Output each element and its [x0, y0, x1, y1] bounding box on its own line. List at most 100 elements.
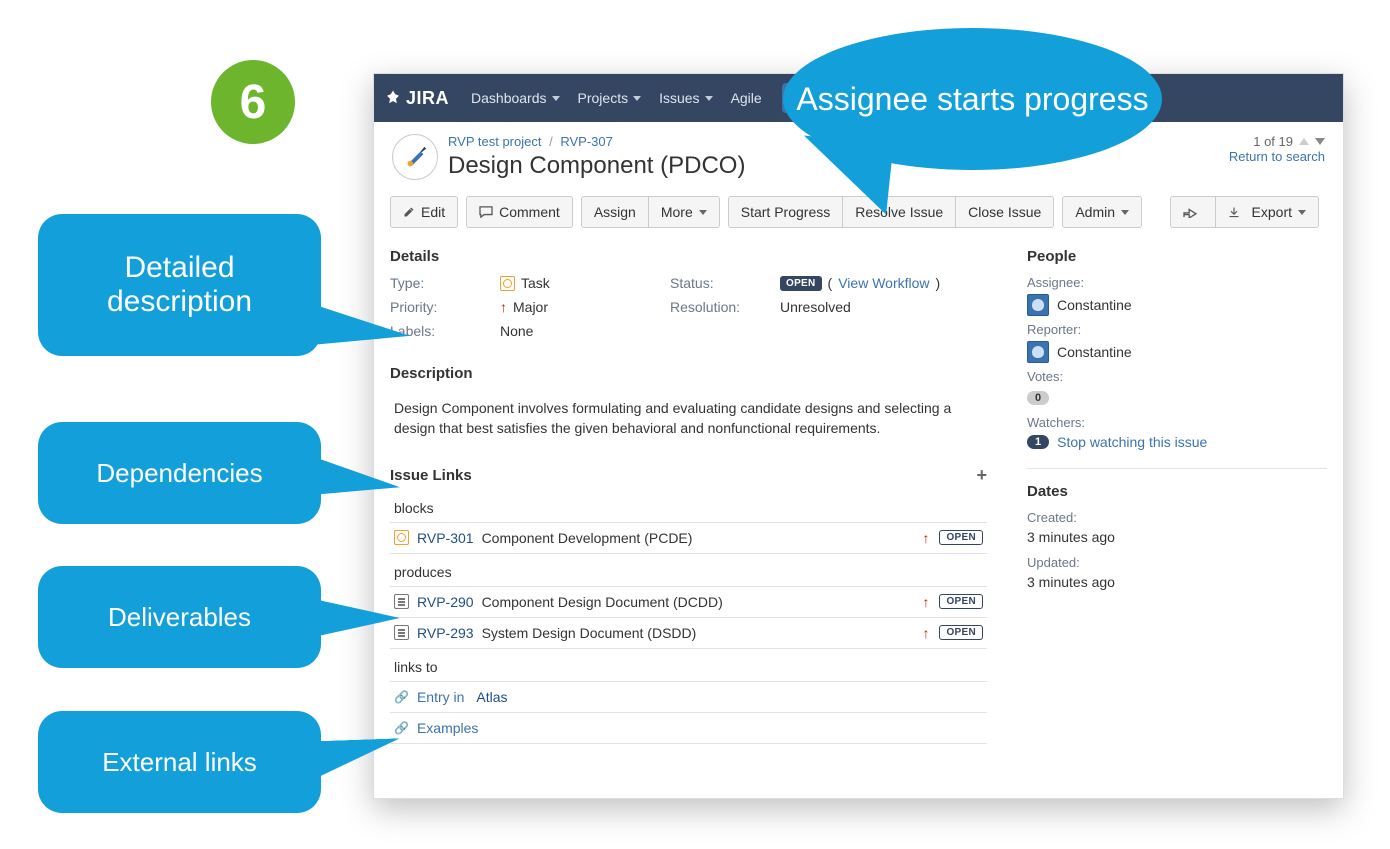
task-icon — [500, 276, 515, 291]
web-link[interactable]: Examples — [417, 720, 478, 736]
caret-icon — [705, 96, 713, 101]
details-heading: Details — [390, 248, 987, 265]
linked-issue-key[interactable]: RVP-290 — [417, 594, 474, 610]
more-button[interactable]: More — [648, 196, 720, 228]
web-link-suffix: Atlas — [476, 689, 507, 705]
link-row-meta: ↑ OPEN — [922, 530, 983, 546]
nav-projects-label: Projects — [578, 90, 629, 106]
step-badge: 6 — [211, 60, 295, 144]
link-row[interactable]: RVP-301 Component Development (PCDE) ↑ OPEN — [390, 523, 987, 554]
callout-text: Deliverables — [108, 602, 251, 633]
status-label: Status: — [670, 275, 780, 291]
page-icon — [394, 625, 409, 640]
more-label: More — [661, 204, 693, 220]
votes-label: Votes: — [1027, 369, 1327, 384]
view-workflow-link[interactable]: View Workflow — [838, 275, 929, 291]
priority-up-icon: ↑ — [922, 594, 929, 610]
linked-issue-summary: System Design Document (DSDD) — [482, 625, 697, 641]
link-row[interactable]: RVP-293System Design Document (DSDD)↑OPE… — [390, 618, 987, 649]
link-group-label: produces — [394, 564, 987, 580]
linked-issue-summary: Component Design Document (DCDD) — [482, 594, 723, 610]
project-avatar[interactable] — [392, 134, 438, 180]
return-to-search-link[interactable]: Return to search — [1229, 149, 1325, 164]
breadcrumb-issue-key[interactable]: RVP-307 — [560, 134, 613, 149]
caret-icon — [552, 96, 560, 101]
priority-value: ↑ Major — [500, 299, 670, 315]
nav-issues[interactable]: Issues — [651, 84, 720, 112]
linked-issue-key[interactable]: RVP-301 — [417, 530, 474, 546]
nav-issues-label: Issues — [659, 90, 699, 106]
linked-issue-summary: Component Development (PCDE) — [482, 530, 693, 546]
priority-label: Priority: — [390, 299, 500, 315]
status-badge: OPEN — [939, 530, 983, 545]
link-row[interactable]: 🔗 Entry in Atlas — [390, 682, 987, 713]
nav-dashboards-label: Dashboards — [471, 90, 547, 106]
paren: ( — [828, 275, 833, 291]
link-group-label: blocks — [394, 500, 987, 516]
close-issue-button[interactable]: Close Issue — [955, 196, 1054, 228]
edit-label: Edit — [421, 204, 445, 220]
priority-up-icon: ↑ — [922, 530, 929, 546]
admin-button[interactable]: Admin — [1062, 196, 1142, 228]
comment-button[interactable]: Comment — [466, 196, 573, 228]
linked-issue-key[interactable]: RVP-293 — [417, 625, 474, 641]
nav-agile-label: Agile — [731, 90, 762, 106]
status-badge: OPEN — [939, 594, 983, 609]
assignee-user[interactable]: Constantine — [1027, 294, 1327, 316]
jira-logo[interactable]: JIRA — [384, 88, 449, 109]
status-value: OPEN ( View Workflow) — [780, 275, 987, 291]
link-row-meta: ↑ OPEN — [922, 594, 983, 610]
stop-watching-link[interactable]: Stop watching this issue — [1057, 434, 1207, 450]
callout-assignee-progress: Assignee starts progress — [783, 28, 1162, 170]
details-grid: Type: Task Status: OPEN (View Workflow) … — [390, 275, 987, 339]
link-group-list: 🔗 Entry in Atlas 🔗 Examples — [390, 681, 987, 744]
main-column: Details Type: Task Status: OPEN (View Wo… — [390, 242, 1027, 744]
web-link[interactable]: Entry in — [417, 689, 464, 705]
assign-button[interactable]: Assign — [581, 196, 649, 228]
link-chain-icon: 🔗 — [394, 690, 409, 704]
created-value: 3 minutes ago — [1027, 529, 1327, 545]
callout-text: External links — [102, 747, 257, 778]
description-text: Design Component involves formulating an… — [390, 392, 987, 441]
pager-next-icon[interactable] — [1315, 138, 1325, 145]
share-button[interactable] — [1170, 196, 1216, 228]
link-group-list: RVP-290 Component Design Document (DCDD) ↑… — [390, 586, 987, 649]
jira-logo-text: JIRA — [406, 88, 449, 109]
votes-count: 0 — [1027, 391, 1049, 405]
avatar-icon — [1027, 294, 1049, 316]
callout-text: Assignee starts progress — [796, 81, 1148, 118]
comment-label: Comment — [499, 204, 560, 220]
link-row[interactable]: RVP-290 Component Design Document (DCDD) ↑… — [390, 587, 987, 618]
assignee-name: Constantine — [1057, 297, 1132, 313]
breadcrumb-sep: / — [549, 134, 553, 149]
link-row[interactable]: 🔗 Examples — [390, 713, 987, 744]
export-button[interactable]: Export — [1215, 196, 1319, 228]
caret-icon — [633, 96, 641, 101]
priority-up-icon: ↑ — [500, 299, 507, 315]
nav-agile[interactable]: Agile — [723, 84, 770, 112]
priority-text: Major — [513, 299, 548, 315]
link-group-label: links to — [394, 659, 987, 675]
callout-dependencies: Dependencies — [38, 422, 321, 524]
status-badge: OPEN — [780, 276, 822, 291]
side-column: People Assignee: Constantine Reporter: C… — [1027, 242, 1327, 744]
paren: ) — [936, 275, 941, 291]
reporter-user[interactable]: Constantine — [1027, 341, 1327, 363]
nav-projects[interactable]: Projects — [570, 84, 650, 112]
resolution-label: Resolution: — [670, 299, 780, 315]
callout-text: Dependencies — [96, 458, 262, 489]
caret-icon — [1121, 210, 1129, 215]
add-link-button[interactable]: + — [976, 465, 987, 486]
priority-up-icon: ↑ — [922, 625, 929, 641]
nav-dashboards[interactable]: Dashboards — [463, 84, 568, 112]
labels-label: Labels: — [390, 323, 500, 339]
description-heading: Description — [390, 365, 987, 382]
breadcrumb-project[interactable]: RVP test project — [448, 134, 541, 149]
edit-button[interactable]: Edit — [390, 196, 458, 228]
link-chain-icon: 🔗 — [394, 721, 409, 735]
issue-links-heading: Issue Links — [390, 467, 472, 484]
people-heading: People — [1027, 248, 1327, 265]
pager-prev-icon[interactable] — [1299, 138, 1309, 145]
reporter-name: Constantine — [1057, 344, 1132, 360]
avatar-icon — [1027, 341, 1049, 363]
